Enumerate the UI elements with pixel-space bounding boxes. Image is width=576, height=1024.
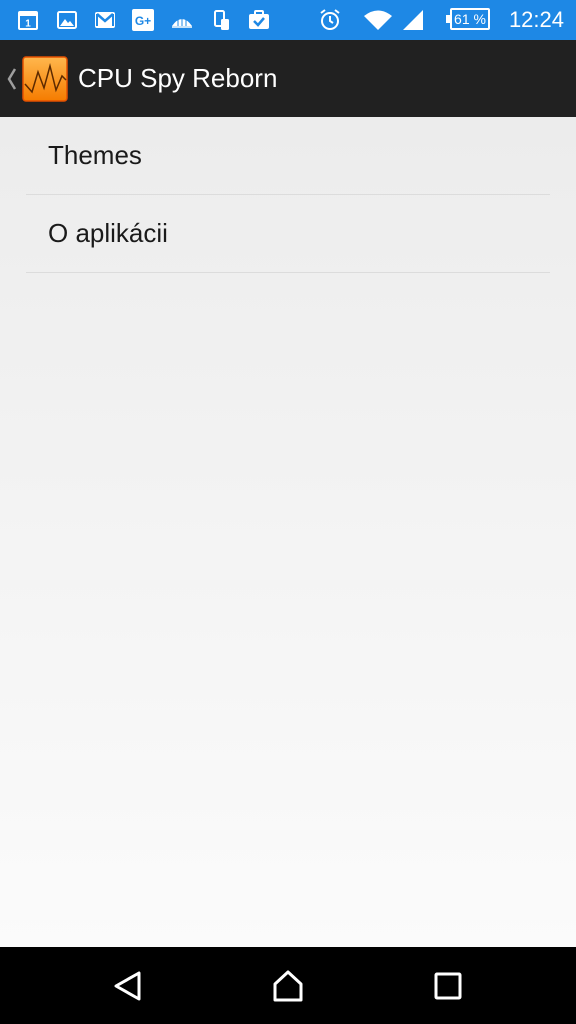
gallery-icon: [57, 11, 77, 29]
dome-icon: [172, 18, 192, 28]
calendar-icon: 1: [18, 11, 38, 30]
app-logo-icon[interactable]: [22, 56, 68, 102]
menu-item-label: Themes: [48, 140, 142, 170]
calendar-day: 1: [25, 19, 31, 30]
cell-signal-icon: [403, 10, 423, 30]
google-plus-icon: G+: [132, 9, 154, 31]
settings-list: Themes O aplikácii: [0, 117, 576, 947]
recents-icon[interactable]: [431, 969, 465, 1003]
app-title: CPU Spy Reborn: [78, 63, 278, 93]
home-icon[interactable]: [271, 969, 305, 1003]
menu-item-about[interactable]: O aplikácii: [26, 195, 550, 273]
action-bar: CPU Spy Reborn: [0, 40, 576, 117]
menu-item-themes[interactable]: Themes: [26, 117, 550, 195]
wifi-icon: [364, 10, 392, 30]
alarm-icon: [320, 9, 340, 30]
back-icon[interactable]: [111, 969, 145, 1003]
battery-percent: 61 %: [454, 11, 486, 27]
briefcase-check-icon: [249, 10, 269, 29]
clock-time: 12:24: [508, 7, 564, 32]
up-chevron-icon[interactable]: [6, 66, 18, 92]
status-bar: 1 G+ 61 % 12:24: [0, 0, 576, 40]
battery-icon: 61 %: [446, 8, 490, 30]
navigation-bar: [0, 947, 576, 1024]
phone-transfer-icon: [214, 10, 229, 30]
menu-item-label: O aplikácii: [48, 218, 168, 248]
gplus-label: G+: [135, 14, 151, 28]
gmail-icon: [95, 12, 115, 28]
